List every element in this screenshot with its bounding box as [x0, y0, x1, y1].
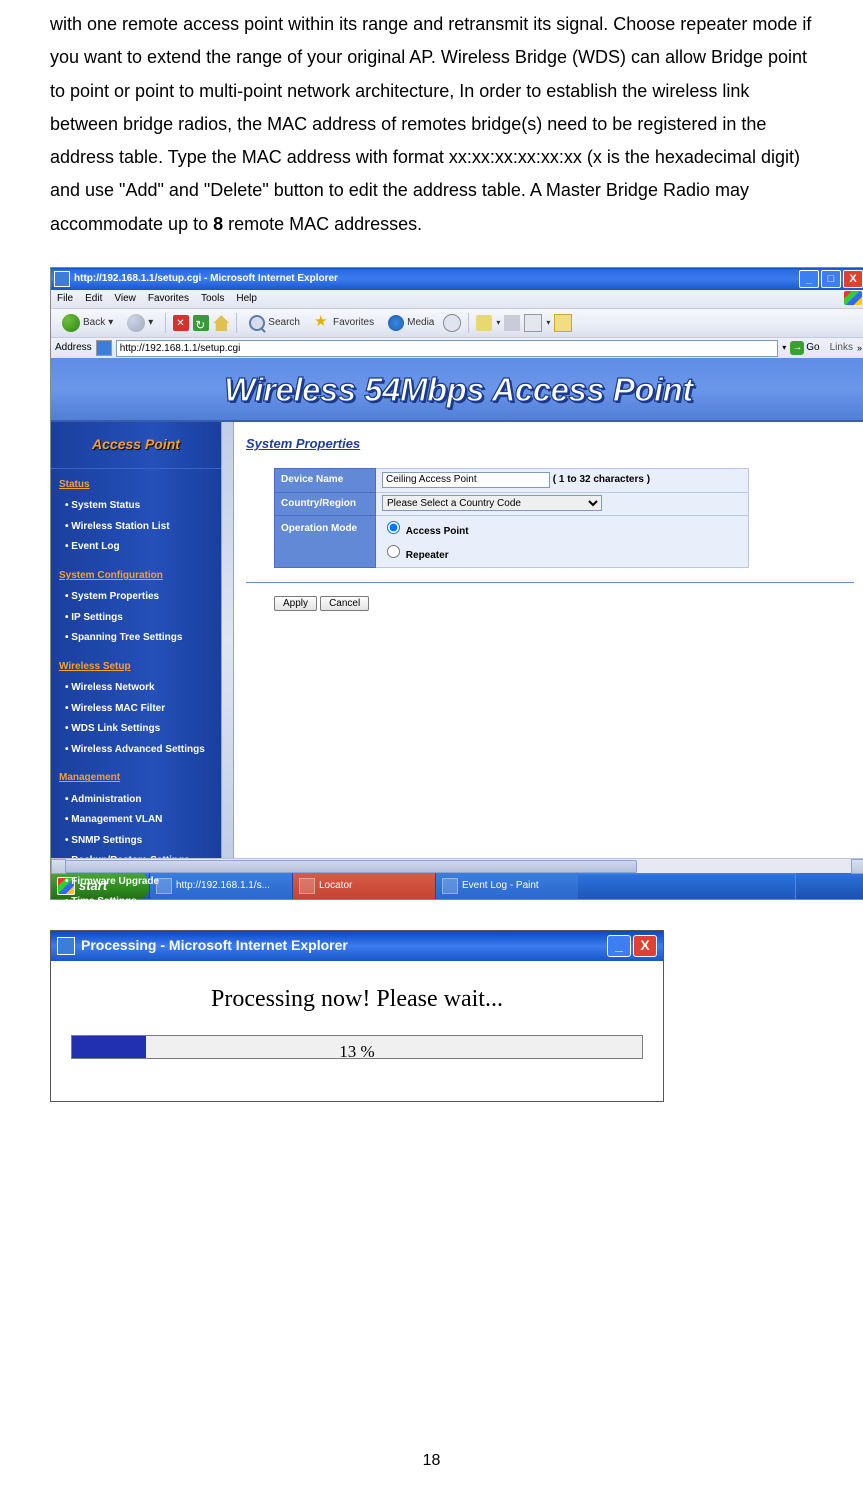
- mail-icon[interactable]: [476, 315, 492, 331]
- progress-bar: 13 %: [71, 1035, 643, 1059]
- nav-group-system-config: System Configuration: [51, 564, 221, 588]
- back-button[interactable]: Back ▾: [57, 312, 118, 335]
- cancel-button[interactable]: Cancel: [320, 596, 369, 611]
- windows-flag-icon: [844, 291, 862, 305]
- scroll-thumb[interactable]: [65, 860, 637, 873]
- page-number: 18: [0, 1446, 863, 1476]
- refresh-icon[interactable]: [193, 315, 209, 331]
- scroll-left-icon[interactable]: [51, 859, 66, 874]
- nav-system-properties[interactable]: System Properties: [51, 587, 221, 608]
- window-titlebar: http://192.168.1.1/setup.cgi - Microsoft…: [51, 268, 863, 290]
- nav-time-settings[interactable]: Time Settings: [51, 892, 221, 913]
- popup-title: Processing - Microsoft Internet Explorer: [81, 933, 348, 959]
- label-opmode: Operation Mode: [275, 516, 376, 568]
- label-country: Country/Region: [275, 492, 376, 516]
- content-area: Access Point Status System Status Wirele…: [51, 422, 863, 858]
- nav-spanning-tree[interactable]: Spanning Tree Settings: [51, 628, 221, 649]
- device-name-input[interactable]: [382, 472, 550, 488]
- device-name-note: ( 1 to 32 characters ): [553, 474, 650, 485]
- horizontal-scrollbar[interactable]: [51, 858, 863, 873]
- banner-title: Wireless 54Mbps Access Point: [224, 359, 693, 420]
- address-input[interactable]: [116, 340, 779, 357]
- popup-titlebar: Processing - Microsoft Internet Explorer…: [51, 931, 663, 961]
- task-item-locator[interactable]: Locator: [292, 873, 435, 899]
- nav-wireless-station-list[interactable]: Wireless Station List: [51, 517, 221, 538]
- nav-firmware-upgrade[interactable]: Firmware Upgrade: [51, 872, 221, 893]
- main-panel: System Properties Device Name ( 1 to 32 …: [234, 422, 863, 858]
- nav-wireless-mac-filter[interactable]: Wireless MAC Filter: [51, 699, 221, 720]
- form-table: Device Name ( 1 to 32 characters ) Count…: [274, 468, 749, 568]
- country-select[interactable]: Please Select a Country Code: [382, 495, 602, 511]
- menu-tools[interactable]: Tools: [201, 290, 224, 309]
- forward-button[interactable]: ▾: [122, 312, 158, 335]
- go-button[interactable]: →Go: [790, 339, 819, 358]
- history-icon[interactable]: [443, 314, 461, 332]
- address-label: Address: [55, 339, 92, 358]
- menu-bar: File Edit View Favorites Tools Help: [51, 290, 863, 308]
- nav-wireless-advanced[interactable]: Wireless Advanced Settings: [51, 740, 221, 761]
- nav-administration[interactable]: Administration: [51, 790, 221, 811]
- radio-repeater[interactable]: Repeater: [382, 550, 449, 561]
- links-label[interactable]: Links: [830, 339, 853, 358]
- toolbar: Back ▾ ▾ Search ★Favorites Media ▾ ▾: [51, 308, 863, 337]
- media-button[interactable]: Media: [383, 312, 439, 335]
- nav-wireless-network[interactable]: Wireless Network: [51, 678, 221, 699]
- discuss-icon[interactable]: [554, 314, 572, 332]
- menu-favorites[interactable]: Favorites: [148, 290, 189, 309]
- para-text: with one remote access point within its …: [50, 14, 811, 234]
- processing-popup: Processing - Microsoft Internet Explorer…: [50, 930, 664, 1102]
- menu-edit[interactable]: Edit: [85, 290, 102, 309]
- locator-icon: [299, 878, 315, 894]
- label-device-name: Device Name: [275, 469, 376, 493]
- window-title: http://192.168.1.1/setup.cgi - Microsoft…: [74, 270, 338, 289]
- close-button[interactable]: X: [633, 935, 657, 957]
- paint-icon: [442, 878, 458, 894]
- apply-button[interactable]: Apply: [274, 596, 317, 611]
- ie-window-screenshot: http://192.168.1.1/setup.cgi - Microsoft…: [50, 267, 863, 900]
- minimize-button[interactable]: _: [799, 270, 819, 288]
- divider: [246, 582, 854, 583]
- menu-help[interactable]: Help: [236, 290, 257, 309]
- popup-body: Processing now! Please wait... 13 %: [51, 961, 663, 1101]
- scroll-right-icon[interactable]: [851, 859, 863, 874]
- home-icon[interactable]: [213, 315, 229, 331]
- nav-wds-link[interactable]: WDS Link Settings: [51, 719, 221, 740]
- progress-percent: 13 %: [72, 1036, 642, 1067]
- minimize-button[interactable]: _: [607, 935, 631, 957]
- splitter[interactable]: [221, 422, 234, 858]
- para-tail: remote MAC addresses.: [223, 214, 422, 234]
- nav-snmp-settings[interactable]: SNMP Settings: [51, 831, 221, 852]
- sidebar: Access Point Status System Status Wirele…: [51, 422, 221, 858]
- address-bar: Address ▾ →Go Links »: [51, 337, 863, 358]
- processing-message: Processing now! Please wait...: [71, 977, 643, 1021]
- nav-group-wireless-setup: Wireless Setup: [51, 655, 221, 679]
- section-title: System Properties: [246, 428, 854, 458]
- task-item-paint[interactable]: Event Log - Paint: [435, 873, 578, 899]
- print-icon[interactable]: [504, 315, 520, 331]
- close-button[interactable]: X: [843, 270, 863, 288]
- page-icon: [96, 340, 112, 356]
- ie-icon: [57, 937, 75, 955]
- ie-icon: [54, 271, 70, 287]
- nav-ip-settings[interactable]: IP Settings: [51, 608, 221, 629]
- radio-access-point[interactable]: Access Point: [382, 526, 469, 537]
- edit-icon[interactable]: [524, 314, 542, 332]
- menu-view[interactable]: View: [114, 290, 136, 309]
- page-banner: Wireless 54Mbps Access Point: [51, 358, 863, 422]
- nav-management-vlan[interactable]: Management VLAN: [51, 810, 221, 831]
- nav-group-management: Management: [51, 766, 221, 790]
- nav-group-status: Status: [51, 473, 221, 497]
- stop-icon[interactable]: [173, 315, 189, 331]
- sidebar-header: Access Point: [51, 426, 221, 469]
- bold-number: 8: [213, 214, 223, 234]
- system-tray[interactable]: [795, 873, 863, 899]
- maximize-button[interactable]: □: [821, 270, 841, 288]
- favorites-button[interactable]: ★Favorites: [309, 312, 379, 335]
- nav-system-status[interactable]: System Status: [51, 496, 221, 517]
- menu-file[interactable]: File: [57, 290, 73, 309]
- search-button[interactable]: Search: [244, 312, 305, 335]
- nav-event-log[interactable]: Event Log: [51, 537, 221, 558]
- document-paragraph: with one remote access point within its …: [50, 0, 813, 241]
